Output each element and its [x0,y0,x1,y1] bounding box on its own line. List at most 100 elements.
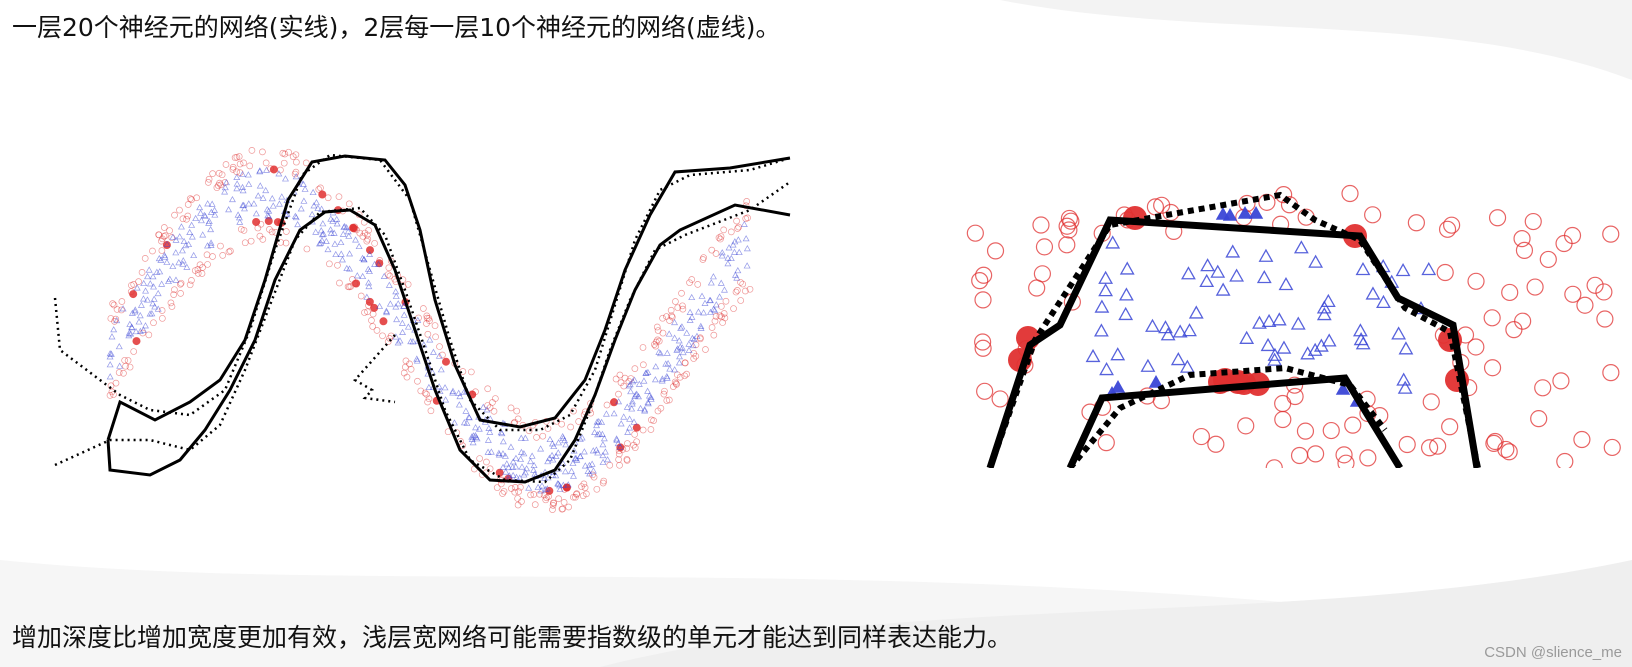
circle-sample [364,235,372,243]
triangle-sample [1271,312,1287,326]
triangle-sample [1321,333,1337,347]
circle-sample [654,327,662,334]
circle-sample [1515,241,1534,259]
circle-sample [1398,435,1416,454]
triangle-sample [250,200,258,207]
circle-sample [436,343,443,350]
circle-sample [1306,445,1325,463]
circle-sample [124,357,132,364]
triangle-sample [252,210,260,217]
triangle-sample [537,445,545,452]
triangle-sample [385,281,393,288]
circle-sample [493,484,501,491]
triangle-sample [546,435,554,443]
triangle-sample [694,308,702,315]
circle-sample [549,506,556,513]
circle-sample [141,255,149,262]
circle-sample [715,234,723,242]
triangle-sample [460,419,468,426]
circle-sample [1364,206,1382,224]
triangle-sample [623,403,631,410]
triangle-sample [743,262,751,269]
triangle-sample [627,387,635,395]
circle-sample [1058,236,1076,254]
triangle-sample [233,180,241,187]
circle-sample [1534,379,1552,397]
circle-sample [369,310,377,318]
triangle-sample [228,195,236,203]
triangle-sample [400,311,408,318]
circle-sample [492,395,499,402]
triangle-sample [225,206,233,213]
triangle-sample [1093,323,1109,337]
circle-sample [632,423,641,432]
circle-sample [357,292,365,300]
circle-sample [240,159,247,167]
circle-sample [514,495,521,502]
circle-sample [490,407,498,415]
dotted-boundary-fragment [353,334,396,404]
circle-sample [129,290,138,299]
circle-sample [615,390,622,398]
circle-sample [550,499,558,507]
circle-sample [722,297,730,305]
circle-sample [368,317,375,324]
circle-sample [235,153,243,160]
circle-sample [424,330,432,338]
circle-sample [1192,427,1210,446]
circle-sample [1290,446,1309,465]
triangle-sample [720,286,728,293]
circle-sample [158,307,166,314]
circle-sample [282,228,290,235]
triangle-sample [683,329,691,336]
circle-sample [1097,434,1115,452]
triangle-sample [429,348,437,355]
circle-sample [495,468,504,477]
circle-sample [966,224,984,242]
circle-sample [1501,283,1519,302]
triangle-sample [1110,347,1126,361]
triangle-sample [106,361,114,368]
circle-sample [699,256,707,263]
triangle-sample [1110,380,1126,393]
triangle-sample [1170,352,1186,366]
circle-sample [975,266,993,284]
circle-sample [369,323,377,330]
circle-sample [168,303,176,310]
circle-sample [217,242,224,250]
circle-sample [533,434,540,441]
circle-sample [209,253,216,260]
circle-sample [326,260,333,268]
circle-sample [647,426,655,433]
triangle-sample [178,247,186,254]
triangle-sample [469,439,477,446]
triangle-sample [1085,348,1101,363]
circle-sample [991,390,1009,408]
triangle-sample [602,410,610,417]
triangle-sample [1355,261,1371,276]
circle-sample [403,373,411,381]
circle-sample [145,331,153,339]
circle-sample [734,287,741,294]
circle-sample [317,184,324,192]
circle-sample [149,247,156,255]
triangle-sample [337,238,345,246]
circle-sample [631,365,639,373]
triangle-sample [455,401,463,408]
triangle-sample [256,182,264,189]
triangle-sample [172,276,180,283]
triangle-sample [716,293,724,300]
triangle-sample [525,484,533,491]
triangle-sample [115,342,123,350]
circle-sample [259,148,266,156]
circle-sample [336,279,343,287]
triangle-sample [442,396,450,403]
circle-sample [1603,438,1621,457]
circle-sample [219,252,227,259]
circle-sample [177,290,184,297]
circle-sample [285,148,292,156]
circle-sample [727,228,735,236]
circle-sample [708,246,716,254]
circle-sample [1344,416,1362,434]
circle-sample [130,348,138,355]
